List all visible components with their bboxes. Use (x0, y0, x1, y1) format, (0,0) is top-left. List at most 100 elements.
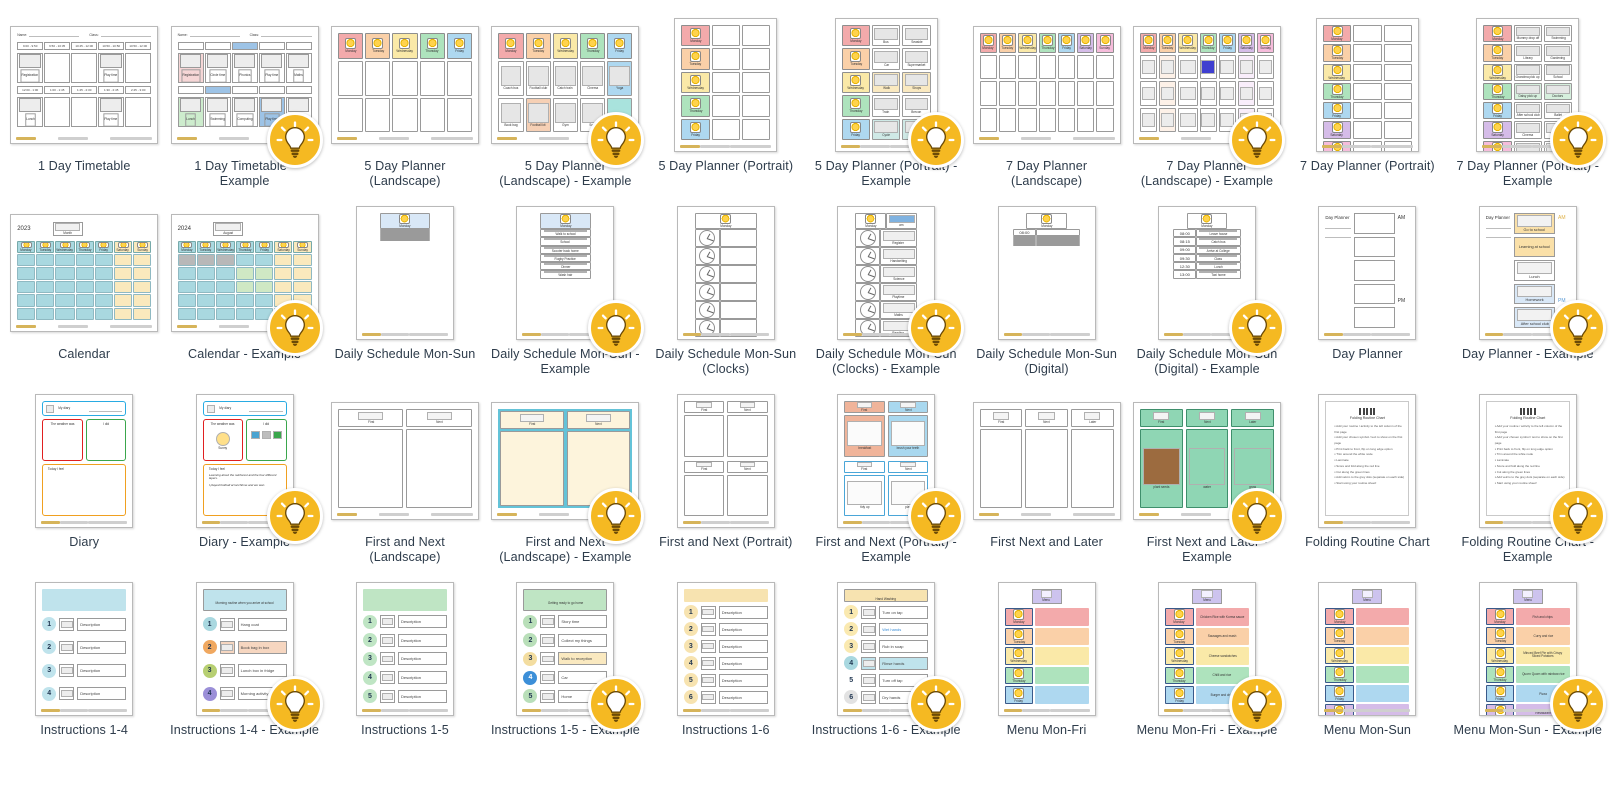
template-tile[interactable]: Name: Class: 9:00 - 9:50 9:50 - 10:35 10:45 … (4, 10, 164, 198)
template-tile[interactable]: Monday 08:00 Daily Schedule Mon-Sun (Digit… (966, 198, 1126, 386)
template-thumbnail[interactable]: Monday (646, 204, 806, 342)
template-thumbnail[interactable]: First Next First Next (646, 392, 806, 530)
template-caption: Menu Mon-Sun (1323, 723, 1412, 737)
template-tile[interactable]: Monday Mummy drop off Swimming Tuesday Libra… (1448, 10, 1608, 198)
template-tile[interactable]: Menu Monday Fish and chips Tuesday Curry and… (1448, 574, 1608, 762)
template-thumbnail[interactable]: Monday 08:00 (966, 204, 1126, 342)
template-thumbnail[interactable]: 2024 August Monday Tuesday Wednesday Thursday… (164, 204, 324, 356)
template-caption: First Next and Later (990, 535, 1103, 549)
lightbulb-icon (266, 676, 323, 732)
template-thumbnail[interactable]: 1 Description 2 Description 3 Description 4 Des… (325, 580, 485, 718)
template-caption: 5 Day Planner (Landscape) (364, 159, 446, 189)
template-tile[interactable]: Monday 08:00 Leave house 08:15 Catch bus 09:0… (1127, 198, 1287, 386)
template-thumbnail[interactable]: Name: Class: Registration Circle time Phonic… (164, 16, 324, 168)
template-tile[interactable]: Menu Monday Tuesday Wednesday Thursday Friday… (966, 574, 1126, 762)
preview-footer (682, 520, 769, 525)
template-tile[interactable]: Menu Monday Chicken Rice with Korma sauce T… (1127, 574, 1287, 762)
template-tile[interactable]: Monday Daily Schedule Mon-Sun (Clocks) (646, 198, 806, 386)
template-thumbnail[interactable]: Monday Tuesday Wednesday Thursday Friday Coac… (485, 16, 645, 168)
template-tile[interactable]: Monday Daily Schedule Mon-Sun (325, 198, 485, 386)
template-thumbnail[interactable]: Hand Washing 1 Turn on tap 2 Wet hands 3 Rub i… (806, 580, 966, 732)
template-caption: Instructions 1-5 (361, 723, 449, 737)
template-thumbnail[interactable]: Monday 08:00 Leave house 08:15 Catch bus 09:0… (1127, 204, 1287, 356)
template-tile[interactable]: Monday Tuesday Wednesday Thursday Friday Satu… (1287, 10, 1447, 198)
template-thumbnail[interactable]: Monday am Register Handwriting Science Playti… (806, 204, 966, 356)
template-thumbnail[interactable]: Monday Tuesday Wednesday Thursday Friday Satu… (1127, 16, 1287, 168)
template-thumbnail[interactable]: Folding Routine ChartAdd your routine / … (1287, 392, 1447, 530)
template-thumbnail[interactable]: Name: Class: 9:00 - 9:50 9:50 - 10:35 10:45 … (4, 16, 164, 154)
template-thumbnail[interactable]: First Next Later (966, 392, 1126, 530)
template-caption: Daily Schedule Mon-Sun (334, 347, 476, 361)
template-tile[interactable]: Day Planner Go to school Learning at schoo… (1448, 198, 1608, 386)
template-tile[interactable]: First plant seeds Next water Later grow First… (1127, 386, 1287, 574)
template-tile[interactable]: Folding Routine ChartAdd your routine / … (1448, 386, 1608, 574)
template-thumbnail[interactable]: First Next (485, 392, 645, 544)
template-thumbnail[interactable]: Monday Mummy drop off Swimming Tuesday Libra… (1448, 16, 1608, 168)
template-tile[interactable]: First Next First and Next (Landscape) - E… (485, 386, 645, 574)
template-thumbnail[interactable]: Monday Tuesday Wednesday Thursday Friday (325, 16, 485, 154)
template-thumbnail[interactable]: Monday (325, 204, 485, 342)
template-tile[interactable]: 1 Description 2 Description 3 Description 4 Des… (646, 574, 806, 762)
template-tile[interactable]: Monday Walk to school School Scooter back h… (485, 198, 645, 386)
template-thumbnail[interactable]: Menu Monday Tuesday Wednesday Thursday Friday (966, 580, 1126, 718)
template-thumbnail[interactable]: 1 Description 2 Description 3 Description 4 Des… (646, 580, 806, 718)
template-tile[interactable]: Morning routine when you arrive at schoo… (164, 574, 324, 762)
template-tile[interactable]: First Next Later First Next and Later (966, 386, 1126, 574)
template-tile[interactable]: 1 Description 2 Description 3 Description 4 Des… (4, 574, 164, 762)
template-thumbnail[interactable]: My diary The weather was I did Today I feel (4, 392, 164, 530)
template-tile[interactable]: First breakfast Next brush your teeth First t… (806, 386, 966, 574)
template-thumbnail[interactable]: Morning routine when you arrive at schoo… (164, 580, 324, 732)
template-thumbnail[interactable]: Monday Tuesday Wednesday Thursday Friday Satu… (966, 16, 1126, 154)
preview-footer (336, 512, 473, 517)
template-tile[interactable]: 2024 August Monday Tuesday Wednesday Thursday… (164, 198, 324, 386)
preview-content: First Next Later (979, 409, 1114, 508)
lightbulb-icon (587, 112, 644, 168)
template-tile[interactable]: Monday am Register Handwriting Science Playti… (806, 198, 966, 386)
template-thumbnail[interactable]: Monday Tuesday Wednesday Thursday Friday (646, 16, 806, 154)
template-thumbnail[interactable]: First breakfast Next brush your teeth First t… (806, 392, 966, 544)
template-caption: 5 Day Planner (Portrait) (658, 159, 794, 173)
template-caption: 1 Day Timetable (37, 159, 131, 173)
preview-content: Monday Tuesday Wednesday Thursday Friday Satu… (979, 33, 1114, 132)
template-tile[interactable]: 1 Description 2 Description 3 Description 4 Des… (325, 574, 485, 762)
template-thumbnail[interactable]: First plant seeds Next water Later grow (1127, 392, 1287, 544)
template-tile[interactable]: Hand Washing 1 Turn on tap 2 Wet hands 3 Rub i… (806, 574, 966, 762)
template-tile[interactable]: Monday Tuesday Wednesday Thursday Friday 5 Da… (646, 10, 806, 198)
template-thumbnail[interactable]: Folding Routine ChartAdd your routine / … (1448, 392, 1608, 544)
template-thumbnail[interactable]: Day Planner Go to school Learning at schoo… (1448, 204, 1608, 356)
template-tile[interactable]: Monday Tuesday Wednesday Thursday Friday Satu… (1127, 10, 1287, 198)
preview-content: 2023 Month Monday Tuesday Wednesday Thursday F… (17, 221, 152, 320)
preview-content: My diary The weather was I did Today I feel (42, 401, 127, 516)
template-thumbnail[interactable]: Monday Bus Seaside Tuesday Car Supermarket Wed… (806, 16, 966, 168)
template-tile[interactable]: Monday Tuesday Wednesday Thursday Friday 5 Da… (325, 10, 485, 198)
template-tile[interactable]: First Next First and Next (Landscape) (325, 386, 485, 574)
template-tile[interactable]: Monday Tuesday Wednesday Thursday Friday Satu… (966, 10, 1126, 198)
template-tile[interactable]: Menu Monday Tuesday Wednesday Thursday Friday… (1287, 574, 1447, 762)
template-tile[interactable]: Day Planner AM PM Day Planner (1287, 198, 1447, 386)
template-thumbnail[interactable]: 2023 Month Monday Tuesday Wednesday Thursday F… (4, 204, 164, 342)
template-thumbnail[interactable]: My diary The weather was Sunny I did Today I… (164, 392, 324, 544)
preview-content: Name: Class: 9:00 - 9:50 9:50 - 10:35 10:45 … (17, 33, 152, 132)
template-caption: Diary (69, 535, 100, 549)
template-thumbnail[interactable]: Getting ready to go home 1 Story time 2 Coll… (485, 580, 645, 732)
template-tile[interactable]: First Next First Next First and Next (Portra… (646, 386, 806, 574)
template-tile[interactable]: Getting ready to go home 1 Story time 2 Coll… (485, 574, 645, 762)
template-thumbnail[interactable]: Menu Monday Fish and chips Tuesday Curry and… (1448, 580, 1608, 732)
template-tile[interactable]: Monday Tuesday Wednesday Thursday Friday Coac… (485, 10, 645, 198)
template-thumbnail[interactable]: Day Planner AM PM (1287, 204, 1447, 342)
template-tile[interactable]: Monday Bus Seaside Tuesday Car Supermarket Wed… (806, 10, 966, 198)
preview-footer (361, 332, 448, 337)
lightbulb-icon (1549, 676, 1606, 732)
template-thumbnail[interactable]: Menu Monday Tuesday Wednesday Thursday Friday… (1287, 580, 1447, 718)
template-tile[interactable]: 2023 Month Monday Tuesday Wednesday Thursday F… (4, 198, 164, 386)
template-thumbnail[interactable]: Monday Walk to school School Scooter back h… (485, 204, 645, 356)
lightbulb-icon (587, 488, 644, 544)
template-thumbnail[interactable]: 1 Description 2 Description 3 Description 4 Des… (4, 580, 164, 718)
template-tile[interactable]: My diary The weather was I did Today I feel… (4, 386, 164, 574)
template-thumbnail[interactable]: First Next (325, 392, 485, 530)
template-thumbnail[interactable]: Monday Tuesday Wednesday Thursday Friday Satu… (1287, 16, 1447, 154)
template-tile[interactable]: Folding Routine ChartAdd your routine / … (1287, 386, 1447, 574)
template-thumbnail[interactable]: Menu Monday Chicken Rice with Korma sauce T… (1127, 580, 1287, 732)
template-tile[interactable]: My diary The weather was Sunny I did Today I… (164, 386, 324, 574)
template-tile[interactable]: Name: Class: Registration Circle time Phonic… (164, 10, 324, 198)
